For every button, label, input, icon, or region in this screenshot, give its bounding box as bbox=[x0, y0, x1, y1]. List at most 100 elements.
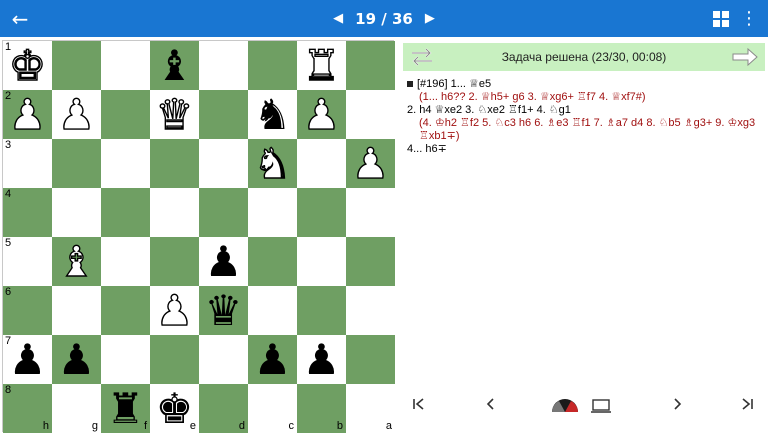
move-line[interactable]: 4... h6∓ bbox=[407, 143, 762, 156]
board-square[interactable]: 6 bbox=[3, 286, 52, 335]
white-knight-icon[interactable]: ♞ bbox=[253, 138, 292, 188]
white-bishop-icon[interactable]: ♝ bbox=[57, 236, 96, 286]
board-square[interactable]: 8h bbox=[3, 384, 52, 433]
board-square[interactable] bbox=[199, 335, 248, 384]
board-square[interactable]: 3 bbox=[3, 139, 52, 188]
black-pawn-icon[interactable]: ♟ bbox=[58, 335, 96, 384]
white-pawn-icon[interactable]: ♟ bbox=[351, 138, 390, 188]
board-square[interactable] bbox=[150, 335, 199, 384]
board-square[interactable]: 5 bbox=[3, 237, 52, 286]
board-square[interactable]: ♟ bbox=[346, 138, 395, 189]
board-square[interactable]: ♛ bbox=[199, 286, 248, 335]
board-square[interactable]: e ♚ bbox=[150, 384, 199, 433]
board-square[interactable]: ♝ bbox=[52, 236, 101, 287]
board-square[interactable]: ♟ bbox=[52, 335, 101, 384]
first-move-button[interactable] bbox=[408, 396, 430, 418]
white-pawn-icon[interactable]: ♟ bbox=[8, 89, 47, 139]
black-knight-icon[interactable]: ♞ bbox=[254, 90, 292, 139]
board-square[interactable] bbox=[101, 188, 150, 237]
board-square[interactable] bbox=[346, 335, 395, 384]
next-puzzle-icon[interactable]: ▶ bbox=[421, 11, 439, 26]
black-queen-icon[interactable]: ♛ bbox=[205, 286, 243, 335]
board-square[interactable] bbox=[346, 90, 395, 139]
black-bishop-icon[interactable]: ♝ bbox=[156, 41, 194, 90]
board-square[interactable]: 2 ♟ bbox=[3, 89, 52, 140]
white-pawn-icon[interactable]: ♟ bbox=[155, 285, 194, 335]
board-square[interactable]: ♟ bbox=[150, 285, 199, 336]
board-square[interactable] bbox=[248, 41, 297, 90]
white-pawn-icon[interactable]: ♟ bbox=[57, 89, 96, 139]
board-square[interactable] bbox=[101, 335, 150, 384]
board-square[interactable] bbox=[52, 139, 101, 188]
variation-line[interactable]: (4. ♔h2 ♖f2 5. ♘c3 h6 6. ♗e3 ♖f1 7. ♗a7 … bbox=[407, 117, 762, 130]
variation-line[interactable]: ♖xb1∓) bbox=[407, 130, 762, 143]
board-square[interactable] bbox=[52, 41, 101, 90]
board-square[interactable] bbox=[101, 139, 150, 188]
board-square[interactable]: d bbox=[199, 384, 248, 433]
black-pawn-icon[interactable]: ♟ bbox=[205, 237, 243, 286]
board-square[interactable] bbox=[101, 41, 150, 90]
board-square[interactable] bbox=[346, 286, 395, 335]
board-square[interactable] bbox=[101, 237, 150, 286]
previous-puzzle-icon[interactable]: ◀ bbox=[329, 11, 347, 26]
white-pawn-icon[interactable]: ♟ bbox=[302, 89, 341, 139]
board-square[interactable] bbox=[346, 188, 395, 237]
board-square[interactable] bbox=[297, 188, 346, 237]
board-square[interactable] bbox=[52, 188, 101, 237]
board-square[interactable]: ♟ bbox=[52, 89, 101, 140]
board-square[interactable] bbox=[248, 286, 297, 335]
board-square[interactable]: ♟ bbox=[297, 335, 346, 384]
board-square[interactable] bbox=[150, 139, 199, 188]
board-square[interactable]: ♟ bbox=[248, 335, 297, 384]
white-queen-icon[interactable]: ♛ bbox=[155, 89, 194, 139]
board-square[interactable] bbox=[101, 90, 150, 139]
black-pawn-icon[interactable]: ♟ bbox=[303, 335, 341, 384]
board-square[interactable] bbox=[150, 237, 199, 286]
white-rook-icon[interactable]: ♜ bbox=[302, 40, 341, 90]
board-square[interactable] bbox=[101, 286, 150, 335]
board-square[interactable]: ♜ bbox=[297, 40, 346, 91]
black-pawn-icon[interactable]: ♟ bbox=[254, 335, 292, 384]
board-square[interactable]: c bbox=[248, 384, 297, 433]
board-square[interactable]: ♝ bbox=[150, 41, 199, 90]
board-square[interactable]: 7 ♟ bbox=[3, 335, 52, 384]
board-square[interactable]: ♟ bbox=[297, 89, 346, 140]
black-pawn-icon[interactable]: ♟ bbox=[9, 335, 47, 384]
board-square[interactable]: ♞ bbox=[248, 90, 297, 139]
evaluation-gauge-icon[interactable] bbox=[551, 398, 579, 412]
board-square[interactable]: f ♜ bbox=[101, 384, 150, 433]
board-square[interactable]: a bbox=[346, 384, 395, 433]
board-square[interactable] bbox=[297, 139, 346, 188]
board-square[interactable]: b bbox=[297, 384, 346, 433]
board-square[interactable]: 4 bbox=[3, 188, 52, 237]
previous-move-button[interactable] bbox=[480, 396, 502, 418]
board-square[interactable] bbox=[248, 188, 297, 237]
board-square[interactable]: ♞ bbox=[248, 138, 297, 189]
grid-view-icon[interactable] bbox=[713, 11, 729, 27]
board-square[interactable] bbox=[297, 237, 346, 286]
board-square[interactable]: 1 ♚ bbox=[3, 40, 52, 91]
white-king-icon[interactable]: ♚ bbox=[8, 40, 47, 90]
black-rook-icon[interactable]: ♜ bbox=[107, 384, 145, 433]
arrow-right-outline-icon[interactable] bbox=[731, 46, 759, 68]
board-square[interactable] bbox=[199, 41, 248, 90]
board-square[interactable] bbox=[199, 90, 248, 139]
board-square[interactable] bbox=[297, 286, 346, 335]
board-square[interactable]: g bbox=[52, 384, 101, 433]
board-square[interactable] bbox=[248, 237, 297, 286]
board-square[interactable] bbox=[52, 286, 101, 335]
board-square[interactable] bbox=[346, 41, 395, 90]
move-line[interactable]: 2. h4 ♕xe2 3. ♘xe2 ♖f1+ 4. ♘g1 bbox=[407, 104, 762, 117]
board-square[interactable] bbox=[150, 188, 199, 237]
board-square[interactable] bbox=[199, 188, 248, 237]
board-square[interactable]: ♟ bbox=[199, 237, 248, 286]
board-square[interactable] bbox=[346, 237, 395, 286]
variation-line[interactable]: (1... h6?? 2. ♕h5+ g6 3. ♕xg6+ ♖f7 4. ♕x… bbox=[407, 91, 762, 104]
board-square[interactable]: ♛ bbox=[150, 89, 199, 140]
last-move-button[interactable] bbox=[736, 396, 758, 418]
black-king-icon[interactable]: ♚ bbox=[156, 384, 194, 433]
move-line[interactable]: [#196] 1... ♕e5 bbox=[407, 78, 762, 91]
chess-board[interactable]: 1 ♚ ♝ ♜ 2 ♟ ♟ ♛ ♞ ♟ 3 ♞ ♟ 4 5 ♝ ♟ 6 ♟ ♛ 7 ♟ ♟ ♟ ♟ 8 h g f ♜ e ♚ d c b a bbox=[2, 40, 395, 433]
more-vertical-icon[interactable]: ⋮ bbox=[740, 7, 758, 31]
board-square[interactable] bbox=[199, 139, 248, 188]
